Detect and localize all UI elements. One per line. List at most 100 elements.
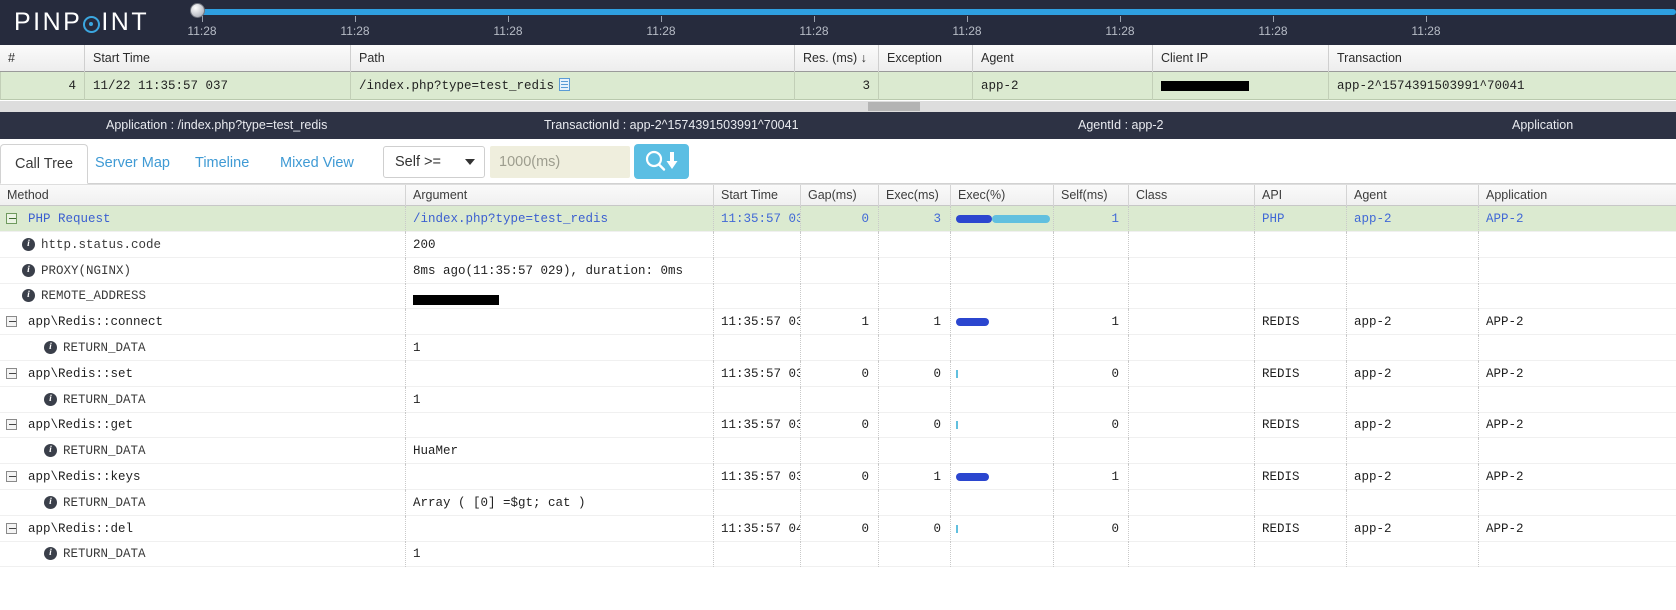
call-tree-row[interactable]: i PROXY(NGINX) 8ms ago(11:35:57 029), dura…: [0, 257, 1676, 284]
call-tree-column-header[interactable]: Gap(ms): [800, 185, 878, 206]
horizontal-scrollbar[interactable]: [0, 101, 1676, 112]
call-tree-agent: app-2: [1346, 464, 1478, 490]
call-tree-column-header[interactable]: Exec(ms): [878, 185, 950, 206]
call-tree-method-cell: app\Redis::keys: [0, 464, 405, 490]
info-icon[interactable]: i: [22, 263, 35, 277]
tab-server-map[interactable]: Server Map: [81, 144, 184, 184]
call-tree-class: [1128, 412, 1254, 439]
call-tree-application: APP-2: [1478, 309, 1676, 336]
transaction-table-row[interactable]: 4 11/22 11:35:57 037/index.php?type=test_…: [0, 72, 1676, 100]
exec-bar-overflow-dots: ..: [1051, 218, 1053, 232]
call-tree-argument-cell: [405, 309, 713, 336]
call-tree-row[interactable]: app\Redis::connect11:35:57 038111REDISap…: [0, 309, 1676, 336]
call-tree-column-header[interactable]: Agent: [1346, 185, 1478, 206]
call-tree-argument-cell: Array ( [0] =$gt; cat ): [405, 489, 713, 516]
pinpoint-logo[interactable]: PINP INT: [14, 8, 149, 37]
call-tree-gap-ms: [800, 438, 878, 465]
call-tree-row[interactable]: i http.status.code 200: [0, 231, 1676, 258]
tree-collapse-toggle[interactable]: [6, 213, 17, 224]
transaction-column-header[interactable]: Start Time: [84, 45, 350, 72]
tab-timeline[interactable]: Timeline: [181, 144, 263, 184]
call-tree-application: [1478, 231, 1676, 258]
call-tree-row[interactable]: app\Redis::del11:35:57 040000REDISapp-2A…: [0, 515, 1676, 542]
info-icon[interactable]: i: [22, 289, 35, 303]
info-icon[interactable]: i: [44, 495, 57, 509]
info-icon[interactable]: i: [44, 547, 57, 561]
call-tree-row[interactable]: i RETURN_DATA 1: [0, 386, 1676, 413]
tree-collapse-toggle[interactable]: [6, 522, 17, 534]
info-icon[interactable]: i: [44, 444, 57, 458]
call-tree-class: [1128, 386, 1254, 413]
call-tree-row[interactable]: i RETURN_DATA 1: [0, 541, 1676, 568]
info-icon[interactable]: i: [44, 341, 57, 354]
call-tree-agent: app-2: [1346, 360, 1478, 387]
call-tree-column-header[interactable]: Start Time: [713, 185, 800, 206]
call-tree-row[interactable]: i RETURN_DATA 1: [0, 335, 1676, 361]
call-tree-method-cell: i RETURN_DATA: [0, 387, 405, 413]
call-tree-column-header[interactable]: Application: [1478, 185, 1676, 206]
tree-collapse-toggle[interactable]: [6, 419, 17, 431]
transaction-column-header[interactable]: Transaction: [1328, 45, 1676, 72]
call-tree-exec-percent-cell: [950, 360, 1053, 387]
info-icon[interactable]: i: [22, 237, 35, 251]
transaction-column-header[interactable]: Exception: [878, 45, 972, 72]
call-tree-row[interactable]: PHP Request/index.php?type=test_redis 11:…: [0, 206, 1676, 232]
chevron-down-icon: [465, 159, 475, 165]
call-tree-row[interactable]: app\Redis::get11:35:57 039000REDISapp-2A…: [0, 412, 1676, 439]
call-tree-method-cell: app\Redis::get: [0, 412, 405, 438]
timeline-tick-label: 11:28: [187, 24, 217, 38]
call-tree-exec-percent-cell: [950, 335, 1053, 361]
call-tree-column-header[interactable]: Self(ms): [1053, 185, 1128, 206]
call-tree-exec-ms: [878, 489, 950, 516]
exec-percent-bar: ..: [956, 215, 1053, 232]
call-tree-argument-cell: 1: [405, 335, 713, 361]
call-tree-argument-cell: [405, 412, 713, 439]
call-tree-api: [1254, 283, 1346, 310]
transaction-column-header[interactable]: Agent: [972, 45, 1152, 72]
call-tree-agent: [1346, 257, 1478, 284]
call-tree-row[interactable]: app\Redis::set11:35:57 039000REDISapp-2A…: [0, 360, 1676, 387]
call-tree-row[interactable]: app\Redis::keys11:35:57 039011REDISapp-2…: [0, 464, 1676, 490]
call-tree-exec-percent-cell: [950, 412, 1053, 439]
call-tree-class: [1128, 464, 1254, 490]
search-button[interactable]: [634, 144, 689, 179]
call-tree-column-header[interactable]: API: [1254, 185, 1346, 206]
call-tree-exec-ms: 3: [878, 206, 950, 232]
timeline-tick-label: 11:28: [340, 24, 370, 38]
call-tree-application: APP-2: [1478, 412, 1676, 439]
call-tree-class: [1128, 515, 1254, 542]
call-tree-gap-ms: 0: [800, 360, 878, 387]
info-strip-item: TransactionId : app-2^1574391503991^7004…: [544, 118, 799, 132]
call-tree-agent: app-2: [1346, 206, 1478, 232]
tab-mixed-view[interactable]: Mixed View: [266, 144, 368, 184]
filter-threshold-input[interactable]: 1000(ms): [490, 146, 630, 178]
timeline-tick-mark: [1273, 16, 1274, 22]
tree-collapse-toggle[interactable]: [6, 471, 17, 482]
call-tree-row[interactable]: i REMOTE_ADDRESS: [0, 283, 1676, 310]
info-icon[interactable]: i: [44, 392, 57, 406]
tree-collapse-toggle[interactable]: [6, 316, 17, 328]
call-tree-column-header[interactable]: Exec(%): [950, 185, 1053, 206]
call-tree-self-ms: [1053, 231, 1128, 258]
call-tree-method-label: app\Redis::del: [28, 521, 134, 536]
call-tree-agent: app-2: [1346, 309, 1478, 336]
scrollbar-thumb[interactable]: [868, 102, 920, 111]
transaction-column-header[interactable]: Res. (ms) ↓: [794, 45, 878, 72]
tab-call-tree[interactable]: Call Tree: [0, 144, 89, 184]
call-tree-column-header[interactable]: Argument: [405, 185, 713, 206]
filter-condition-select[interactable]: Self >=: [383, 146, 485, 178]
call-tree-api: [1254, 386, 1346, 413]
call-tree-column-header[interactable]: Class: [1128, 185, 1254, 206]
time-range-slider[interactable]: 11:28 11:28 11:28 11:28 11:28 11:28 11:28 11:28…: [187, 0, 1676, 45]
call-tree-row[interactable]: i RETURN_DATA Array ( [0] =$gt; cat ): [0, 489, 1676, 516]
call-tree-self-ms: [1053, 335, 1128, 361]
call-tree-row[interactable]: i RETURN_DATA HuaMer: [0, 438, 1676, 465]
transaction-column-header[interactable]: Path: [350, 45, 794, 72]
document-icon[interactable]: [559, 78, 571, 91]
call-tree-self-ms: [1053, 386, 1128, 413]
tree-collapse-toggle[interactable]: [6, 367, 17, 379]
transaction-column-header[interactable]: #: [0, 45, 84, 72]
transaction-column-header[interactable]: Client IP: [1152, 45, 1328, 72]
call-tree-column-header[interactable]: Method: [0, 185, 405, 206]
slider-track[interactable]: [198, 9, 1676, 15]
